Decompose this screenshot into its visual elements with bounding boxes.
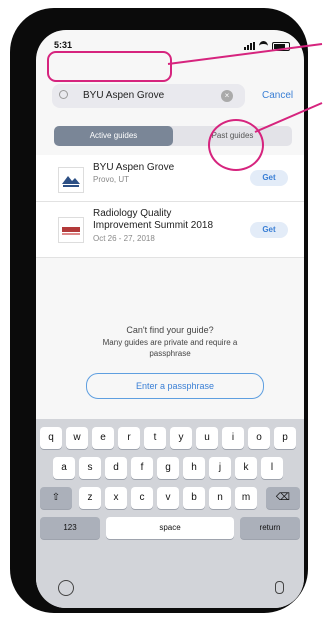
callout-lines — [167, 43, 323, 133]
get-callout-line — [254, 102, 323, 133]
search-callout-line — [167, 43, 323, 65]
